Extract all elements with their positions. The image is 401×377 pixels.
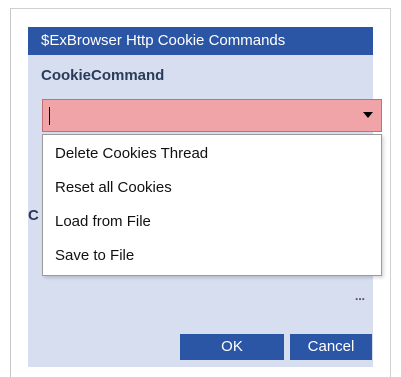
cookie-command-label: CookieCommand <box>41 67 165 84</box>
cookie-command-combobox[interactable] <box>42 99 382 132</box>
screen: $ExBrowser Http Cookie Commands CookieCo… <box>0 0 401 377</box>
dialog-title: $ExBrowser Http Cookie Commands <box>41 32 286 49</box>
partially-hidden-label: C <box>28 207 39 224</box>
ok-button[interactable]: OK <box>180 334 284 360</box>
cookie-command-input[interactable] <box>47 104 337 127</box>
dropdown-item-reset-all-cookies[interactable]: Reset all Cookies <box>43 171 381 205</box>
chevron-down-icon[interactable] <box>363 112 373 118</box>
dialog-title-bar: $ExBrowser Http Cookie Commands <box>28 27 373 55</box>
more-options-ellipsis[interactable]: ... <box>355 289 365 303</box>
dropdown-item-load-from-file[interactable]: Load from File <box>43 205 381 239</box>
dropdown-item-delete-cookies-thread[interactable]: Delete Cookies Thread <box>43 137 381 171</box>
cancel-button[interactable]: Cancel <box>290 334 372 360</box>
cookie-command-dropdown-list: Delete Cookies Thread Reset all Cookies … <box>42 134 382 276</box>
text-cursor <box>49 107 50 125</box>
dropdown-item-save-to-file[interactable]: Save to File <box>43 239 381 273</box>
cookie-commands-dialog: $ExBrowser Http Cookie Commands CookieCo… <box>28 27 382 367</box>
